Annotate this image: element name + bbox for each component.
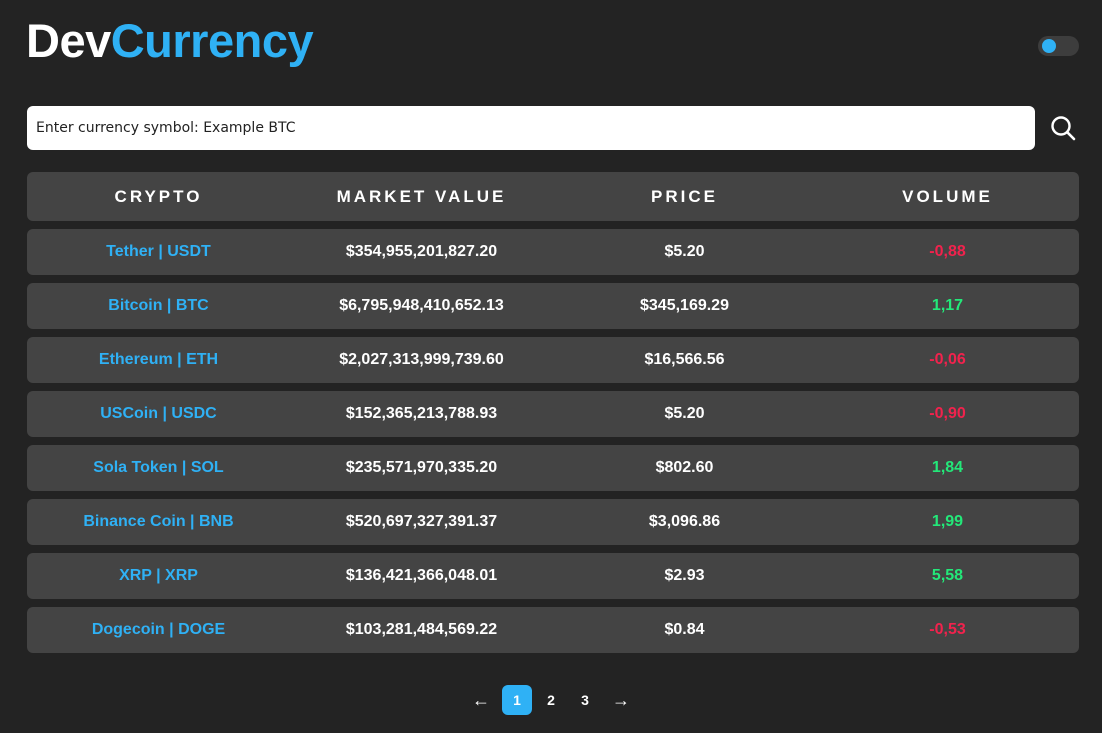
- market-value-cell: $152,365,213,788.93: [345, 405, 498, 422]
- market-value-cell: $2,027,313,999,739.60: [339, 351, 504, 368]
- table-row[interactable]: USCoin | USDC $152,365,213,788.93 $5.20 -0,…: [27, 391, 1079, 437]
- app-logo: DevCurrency: [26, 14, 314, 68]
- crypto-name-link[interactable]: Sola Token | SOL: [27, 459, 290, 477]
- crypto-name-link[interactable]: Binance Coin | BNB: [27, 513, 290, 531]
- price-cell: $3,096.86: [648, 513, 721, 530]
- price-cell: $802.60: [655, 459, 714, 476]
- pagination-next-button[interactable]: →: [604, 685, 638, 715]
- toggle-knob: [1042, 39, 1056, 53]
- volume-cell: 1,17: [931, 297, 964, 314]
- price-cell: $5.20: [664, 243, 705, 260]
- market-value-cell: $235,571,970,335.20: [345, 459, 498, 476]
- price-cell: $345,169.29: [640, 297, 729, 314]
- table-row[interactable]: Bitcoin | BTC $6,795,948,410,652.13 $345,1…: [27, 283, 1079, 329]
- pagination: ← 1 2 3 →: [0, 685, 1102, 715]
- column-header-price: PRICE: [651, 186, 718, 206]
- table-row[interactable]: Tether | USDT $354,955,201,827.20 $5.20 -0,…: [27, 229, 1079, 275]
- volume-cell: 5,58: [931, 567, 964, 584]
- crypto-name-link[interactable]: Ethereum | ETH: [27, 351, 290, 369]
- logo-dev-text: Dev: [26, 14, 111, 67]
- volume-cell: -0,06: [929, 351, 966, 368]
- table-row[interactable]: Dogecoin | DOGE $103,281,484,569.22 $0.84 -…: [27, 607, 1079, 653]
- crypto-name-link[interactable]: USCoin | USDC: [27, 405, 290, 423]
- table-row[interactable]: Ethereum | ETH $2,027,313,999,739.60 $16,5…: [27, 337, 1079, 383]
- pagination-page-3[interactable]: 3: [570, 685, 600, 715]
- volume-cell: 1,99: [931, 513, 964, 530]
- table-body: Tether | USDT $354,955,201,827.20 $5.20 -0,…: [27, 229, 1079, 661]
- column-header-market-value: MARKET VALUE: [336, 186, 507, 206]
- crypto-name-link[interactable]: Tether | USDT: [27, 243, 290, 261]
- market-value-cell: $103,281,484,569.22: [345, 621, 498, 638]
- market-value-cell: $520,697,327,391.37: [345, 513, 498, 530]
- market-value-cell: $6,795,948,410,652.13: [339, 297, 504, 314]
- price-cell: $5.20: [664, 405, 705, 422]
- search-input[interactable]: [27, 106, 1035, 150]
- pagination-page-2[interactable]: 2: [536, 685, 566, 715]
- volume-cell: 1,84: [931, 459, 964, 476]
- volume-cell: -0,88: [929, 243, 966, 260]
- theme-toggle[interactable]: [1038, 36, 1079, 56]
- table-row[interactable]: Binance Coin | BNB $520,697,327,391.37 $3,…: [27, 499, 1079, 545]
- pagination-page-1[interactable]: 1: [502, 685, 532, 715]
- market-value-cell: $136,421,366,048.01: [345, 567, 498, 584]
- search-button[interactable]: [1049, 114, 1077, 142]
- price-cell: $16,566.56: [644, 351, 725, 368]
- logo-currency-text: Currency: [110, 14, 314, 67]
- table-row[interactable]: Sola Token | SOL $235,571,970,335.20 $802.…: [27, 445, 1079, 491]
- table-header: CRYPTO MARKET VALUE PRICE VOLUME: [27, 172, 1079, 221]
- app-root: DevCurrency CRYPTO MARKET VALUE PRICE VO…: [0, 0, 1102, 733]
- crypto-name-link[interactable]: XRP | XRP: [27, 567, 290, 585]
- volume-cell: -0,90: [929, 405, 966, 422]
- price-cell: $2.93: [664, 567, 705, 584]
- column-header-crypto: CRYPTO: [114, 186, 203, 206]
- crypto-name-link[interactable]: Dogecoin | DOGE: [27, 621, 290, 639]
- crypto-name-link[interactable]: Bitcoin | BTC: [27, 297, 290, 315]
- pagination-prev-button[interactable]: ←: [464, 685, 498, 715]
- price-cell: $0.84: [664, 621, 705, 638]
- column-header-volume: VOLUME: [902, 186, 993, 206]
- market-value-cell: $354,955,201,827.20: [345, 243, 498, 260]
- search-icon: [1051, 116, 1076, 141]
- table-row[interactable]: XRP | XRP $136,421,366,048.01 $2.93 5,58: [27, 553, 1079, 599]
- volume-cell: -0,53: [929, 621, 966, 638]
